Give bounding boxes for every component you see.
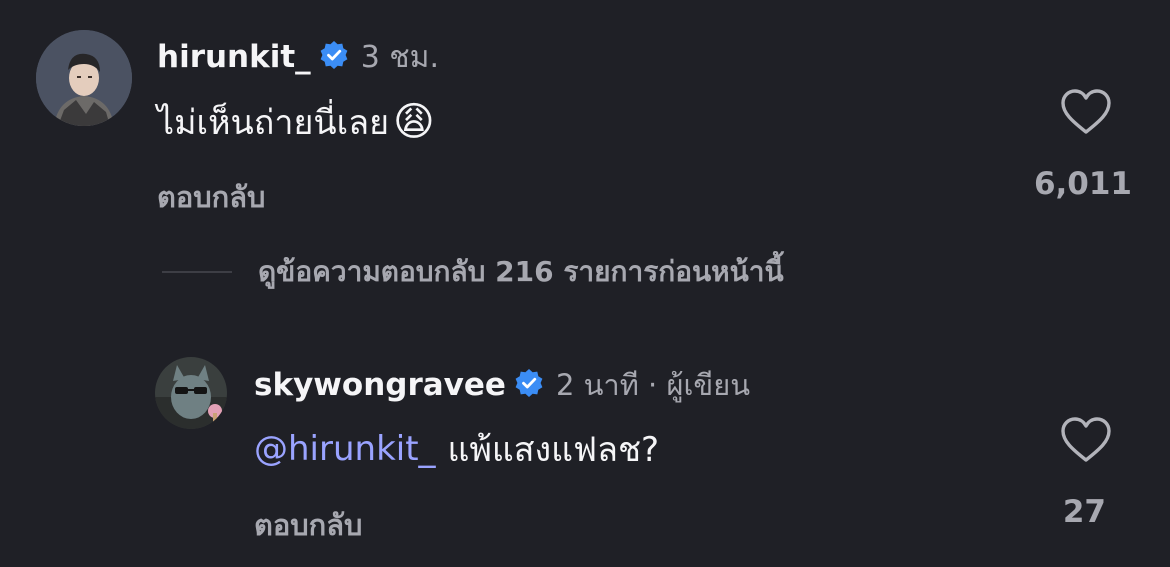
comment-text-row: ไม่เห็นถ่ายนี่เลย 😩 xyxy=(157,96,435,148)
comment-header: hirunkit_ 3 ชม. xyxy=(157,36,439,78)
comment-text: ไม่เห็นถ่ายนี่เลย xyxy=(157,103,390,143)
reply-text: แพ้แสงแฟลช? xyxy=(447,430,660,470)
reply-item: skywongravee 2 นาที · ผู้เขียน @hirunkit… xyxy=(0,340,1170,567)
comment-timestamp: 3 ชม. xyxy=(360,39,439,75)
username[interactable]: hirunkit_ xyxy=(157,39,311,75)
verified-badge-icon xyxy=(319,40,349,74)
view-replies-label: ดูข้อความตอบกลับ 216 รายการก่อนหน้านี้ xyxy=(258,255,784,288)
view-previous-replies-button[interactable]: ดูข้อความตอบกลับ 216 รายการก่อนหน้านี้ xyxy=(162,252,784,292)
divider-line xyxy=(162,271,232,273)
avatar-image xyxy=(155,357,227,429)
heart-outline-icon[interactable] xyxy=(1060,416,1112,464)
avatar[interactable] xyxy=(36,30,132,126)
like-count: 6,011 xyxy=(1033,166,1132,202)
comment-item: hirunkit_ 3 ชม. ไม่เห็นถ่ายนี่เลย 😩 ตอบก… xyxy=(0,0,1170,240)
weary-face-emoji: 😩 xyxy=(393,99,435,145)
like-count: 27 xyxy=(1062,494,1106,530)
reply-meta: 2 นาที · ผู้เขียน xyxy=(555,368,751,402)
reply-button[interactable]: ตอบกลับ xyxy=(254,502,362,548)
mention-link[interactable]: @hirunkit_ xyxy=(254,429,436,469)
heart-outline-icon[interactable] xyxy=(1060,88,1112,136)
reply-text-row: @hirunkit_ แพ้แสงแฟลช? xyxy=(254,424,659,474)
username[interactable]: skywongravee xyxy=(254,367,506,403)
reply-button[interactable]: ตอบกลับ xyxy=(157,174,265,220)
avatar-image xyxy=(36,30,132,126)
verified-badge-icon xyxy=(514,368,544,402)
reply-header: skywongravee 2 นาที · ผู้เขียน xyxy=(254,364,750,406)
avatar[interactable] xyxy=(155,357,227,429)
